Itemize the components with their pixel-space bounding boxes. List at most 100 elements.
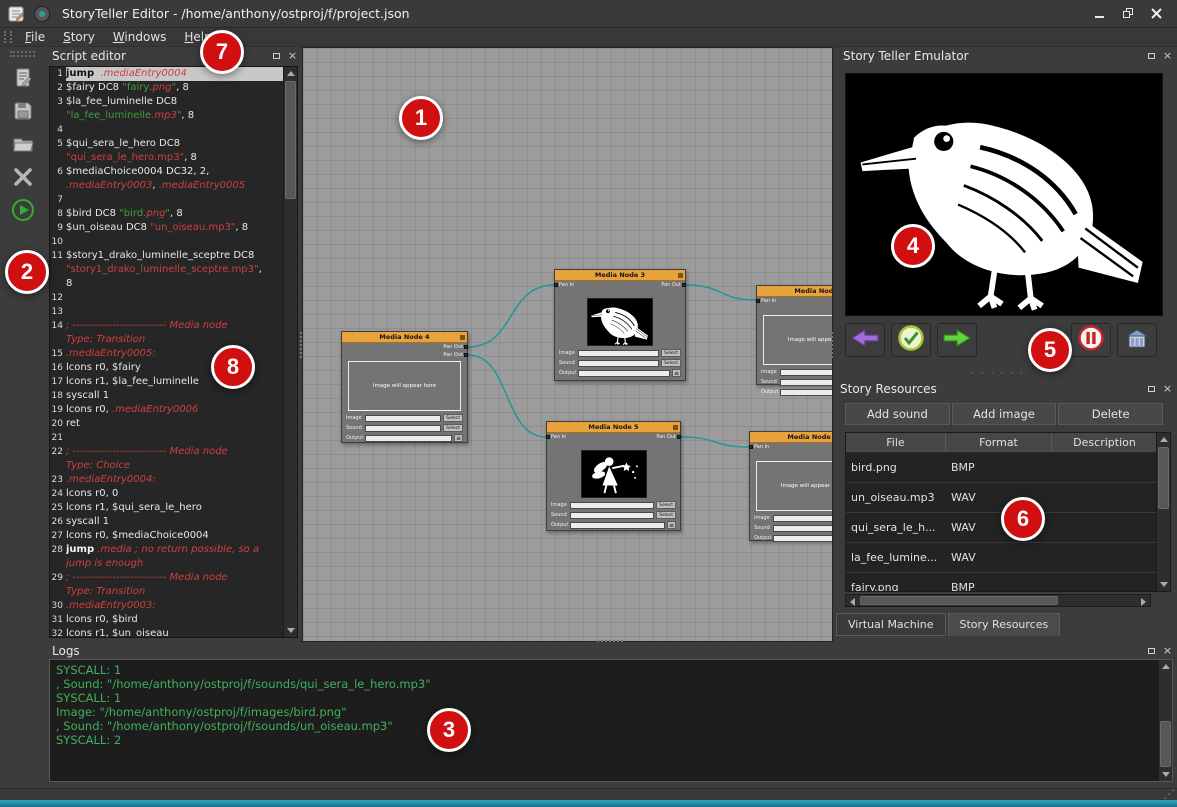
scroll-down-icon[interactable] — [1159, 768, 1172, 781]
node-output-input[interactable] — [773, 535, 833, 542]
close-icon[interactable]: × — [1162, 383, 1173, 394]
close-button[interactable] — [1145, 5, 1167, 23]
back-button[interactable] — [845, 323, 885, 357]
node-sound-input[interactable] — [773, 525, 833, 532]
close-icon[interactable]: × — [1162, 50, 1173, 61]
scroll-down-icon[interactable] — [1157, 578, 1170, 591]
add-sound-button[interactable]: Add sound — [845, 403, 950, 425]
float-icon[interactable] — [1146, 383, 1157, 394]
table-row[interactable]: un_oiseau.mp3WAV — [846, 483, 1158, 513]
close-icon[interactable]: × — [287, 50, 298, 61]
menu-file[interactable]: File — [16, 29, 54, 45]
node-output-input[interactable] — [365, 435, 452, 442]
input-port[interactable]: Pan In — [754, 444, 769, 451]
tab-virtual-machine[interactable]: Virtual Machine — [836, 613, 946, 636]
node-title[interactable]: Media Node 5 — [547, 422, 680, 433]
scroll-right-icon[interactable] — [1137, 595, 1150, 608]
maximize-button[interactable] — [1117, 5, 1139, 23]
splitter-handle[interactable] — [300, 332, 304, 358]
input-port[interactable]: Pan In — [559, 282, 574, 289]
input-port[interactable]: Pan In — [551, 434, 566, 441]
menu-story[interactable]: Story — [54, 29, 104, 45]
tab-story-resources[interactable]: Story Resources — [948, 613, 1061, 636]
node-title[interactable]: Media Node 3 — [555, 270, 685, 281]
float-icon[interactable] — [1146, 50, 1157, 61]
select-button[interactable]: Select — [656, 511, 676, 519]
node-title[interactable]: Media Node 6 — [750, 432, 833, 443]
minimize-button[interactable] — [1089, 5, 1111, 23]
splitter-handle[interactable]: · · · · · · — [833, 369, 1163, 379]
logs-scrollbar[interactable] — [1158, 660, 1172, 781]
node-sound-input[interactable] — [578, 360, 659, 367]
toolbar-handle[interactable] — [10, 51, 35, 57]
save-button[interactable] — [7, 98, 39, 128]
code-editor[interactable]: 1jump .mediaEntry00042$fairy DC8 "fairy.… — [49, 66, 298, 638]
scroll-up-icon[interactable] — [1159, 660, 1172, 673]
node-collapse-icon[interactable] — [673, 425, 678, 430]
close-icon[interactable]: × — [1162, 645, 1173, 656]
logs-output[interactable]: SYSCALL: 1, Sound: "/home/anthony/ostpro… — [49, 659, 1173, 782]
next-button[interactable] — [937, 323, 977, 357]
node-image-input[interactable] — [365, 415, 441, 422]
float-icon[interactable] — [271, 50, 282, 61]
scrollbar-thumb[interactable] — [1158, 447, 1169, 509]
titlebar[interactable]: StoryTeller Editor - /home/anthony/ostpr… — [0, 0, 1177, 28]
list-icon[interactable]: ≡ — [667, 521, 676, 529]
node-collapse-icon[interactable] — [678, 273, 683, 278]
column-header-format[interactable]: Format — [946, 433, 1052, 452]
delete-button[interactable]: Delete — [1058, 403, 1163, 425]
table-scrollbar[interactable] — [1156, 433, 1170, 591]
scrollbar-thumb[interactable] — [1160, 721, 1171, 767]
media-node[interactable]: Media Node 5Pan InPan OutImageSelectSoun… — [546, 421, 681, 531]
node-image-input[interactable] — [780, 369, 833, 376]
scrollbar-thumb[interactable] — [860, 596, 1058, 605]
home-button[interactable] — [1117, 323, 1157, 357]
resize-grip[interactable]: ⋰ — [1163, 787, 1175, 801]
ok-button[interactable] — [891, 323, 931, 357]
new-script-button[interactable] — [7, 65, 39, 95]
scrollbar-thumb[interactable] — [285, 81, 296, 199]
output-port[interactable]: Pan Out — [661, 282, 681, 289]
node-title[interactable]: Media Node 2 — [757, 286, 833, 297]
node-collapse-icon[interactable] — [460, 335, 465, 340]
add-image-button[interactable]: Add image — [952, 403, 1057, 425]
input-port[interactable]: Pan In — [761, 298, 776, 305]
select-button[interactable]: Select — [661, 359, 681, 367]
list-icon[interactable]: ≡ — [672, 369, 681, 377]
close-project-button[interactable] — [7, 164, 39, 194]
node-image-input[interactable] — [773, 515, 833, 522]
media-node[interactable]: Media Node 6Pan InImage will appear here… — [749, 431, 833, 541]
scroll-up-icon[interactable] — [1157, 433, 1170, 446]
node-output-input[interactable] — [570, 522, 665, 529]
select-button[interactable]: Select — [443, 424, 463, 432]
table-row[interactable]: la_fee_lumine...WAV — [846, 543, 1158, 573]
menu-windows[interactable]: Windows — [104, 29, 176, 45]
open-button[interactable] — [7, 131, 39, 161]
node-graph-canvas[interactable]: Media Node 4Pan OutPan OutImage will app… — [302, 47, 833, 642]
media-node[interactable]: Media Node 2Pan InImage will appear here… — [756, 285, 833, 385]
float-icon[interactable] — [1146, 645, 1157, 656]
node-output-input[interactable] — [780, 389, 833, 396]
column-header-description[interactable]: Description — [1052, 433, 1158, 452]
column-header-file[interactable]: File — [846, 433, 946, 452]
select-button[interactable]: Select — [661, 349, 681, 357]
table-row[interactable]: bird.pngBMP — [846, 453, 1158, 483]
node-sound-input[interactable] — [780, 379, 833, 386]
table-row[interactable]: fairy.pngBMP — [846, 573, 1158, 592]
node-title[interactable]: Media Node 4 — [342, 332, 467, 343]
output-port[interactable]: Pan Out — [443, 352, 463, 359]
scroll-up-icon[interactable] — [284, 67, 297, 80]
node-image-input[interactable] — [570, 502, 654, 509]
list-icon[interactable]: ≡ — [454, 434, 463, 442]
script-scrollbar[interactable] — [283, 67, 297, 637]
output-port[interactable]: Pan Out — [656, 434, 676, 441]
run-button[interactable] — [7, 197, 39, 227]
node-output-input[interactable] — [578, 370, 670, 377]
menubar-handle[interactable] — [4, 31, 12, 43]
media-node[interactable]: Media Node 4Pan OutPan OutImage will app… — [341, 331, 468, 443]
node-sound-input[interactable] — [570, 512, 654, 519]
node-image-input[interactable] — [578, 350, 659, 357]
scroll-left-icon[interactable] — [846, 595, 859, 608]
select-button[interactable]: Select — [656, 501, 676, 509]
select-button[interactable]: Select — [443, 414, 463, 422]
